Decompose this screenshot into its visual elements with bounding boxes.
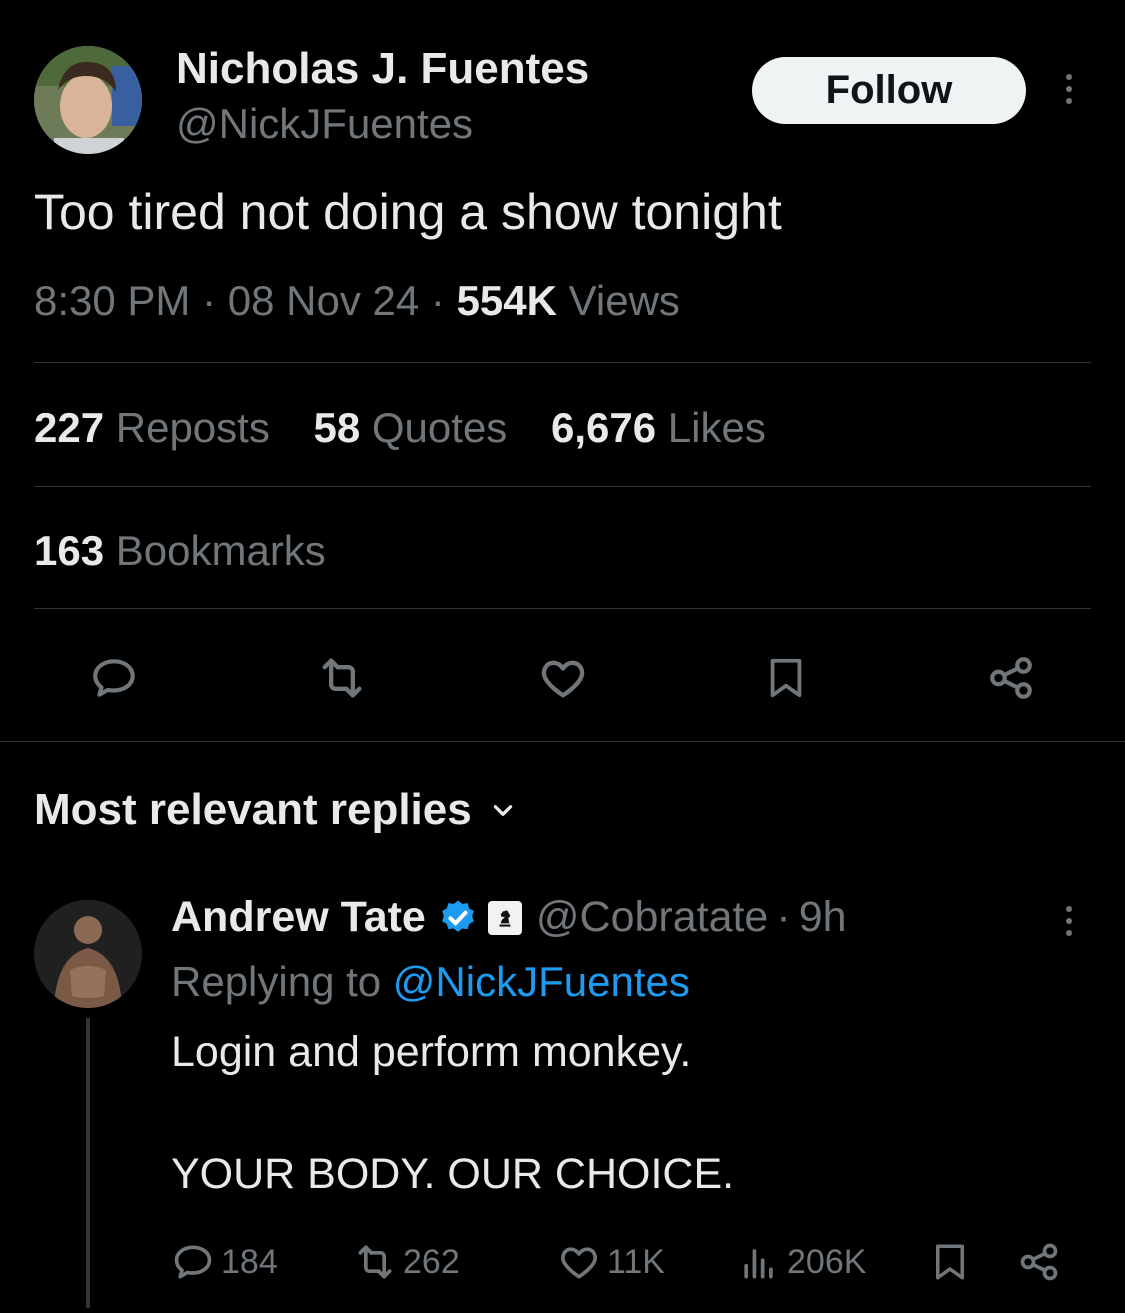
thread-line — [86, 1018, 90, 1308]
reply-separator: · — [776, 893, 791, 941]
repost-icon[interactable] — [314, 650, 370, 706]
reposts-count: 227 — [34, 404, 105, 451]
replying-mention-link[interactable]: @NickJFuentes — [393, 958, 690, 1005]
more-options-icon[interactable] — [1062, 74, 1076, 104]
replies-sort-label: Most relevant replies — [34, 785, 472, 834]
reply-text-line2: YOUR BODY. OUR CHOICE. — [171, 1150, 735, 1198]
follow-button[interactable]: Follow — [752, 57, 1026, 124]
share-icon[interactable] — [983, 650, 1039, 706]
reply-views-count: 206K — [787, 1242, 867, 1281]
reply-time[interactable]: 9h — [799, 893, 847, 942]
author-handle[interactable]: @NickJFuentes — [176, 100, 473, 148]
section-divider — [0, 741, 1125, 742]
divider — [34, 608, 1091, 609]
reply-author-avatar-image — [34, 900, 142, 1008]
reply-bookmark-button[interactable] — [929, 1238, 971, 1286]
bookmark-icon — [936, 1244, 964, 1280]
author-name[interactable]: Nicholas J. Fuentes — [176, 44, 589, 94]
reply-author-handle[interactable]: @Cobratate — [536, 893, 769, 942]
reply-views-button[interactable]: 206K — [737, 1238, 866, 1286]
tweet-date[interactable]: 08 Nov 24 — [228, 277, 419, 324]
author-avatar-image — [34, 46, 142, 154]
reply-reposts-count: 262 — [403, 1242, 460, 1281]
bookmark-icon[interactable] — [758, 650, 814, 706]
tweet-time[interactable]: 8:30 PM — [34, 277, 190, 324]
replying-prefix: Replying to — [171, 958, 382, 1005]
reposts-stat[interactable]: 227 Reposts — [34, 404, 270, 452]
likes-count: 6,676 — [550, 404, 657, 451]
views-label: Views — [568, 277, 680, 324]
replies-sort-dropdown[interactable]: Most relevant replies — [34, 785, 516, 835]
share-icon — [1020, 1243, 1058, 1281]
reply-likes-count: 11K — [607, 1242, 665, 1281]
reply-replies-count: 184 — [221, 1242, 278, 1281]
quotes-stat[interactable]: 58 Quotes — [314, 404, 508, 452]
reply-repost-button[interactable]: 262 — [353, 1238, 460, 1286]
views-count: 554K — [456, 277, 557, 324]
reply-header: Andrew Tate @Cobratate · 9h — [171, 893, 847, 942]
reply-author-avatar[interactable] — [34, 900, 142, 1008]
reply-like-button[interactable]: 11K — [557, 1238, 665, 1286]
reply-icon[interactable] — [86, 650, 142, 706]
like-icon[interactable] — [535, 650, 591, 706]
engagement-stats: 227 Reposts 58 Quotes 6,676 Likes — [34, 404, 798, 452]
reply-reply-button[interactable]: 184 — [171, 1238, 278, 1286]
quotes-count: 58 — [313, 404, 361, 451]
reply-author-name[interactable]: Andrew Tate — [171, 893, 426, 942]
chevron-down-icon — [493, 805, 512, 816]
tweet-text: Too tired not doing a show tonight — [34, 184, 782, 240]
repost-icon — [358, 1245, 392, 1279]
bookmarks-count: 163 — [34, 527, 105, 574]
reply-action-bar: 184 262 11K 206K — [171, 1238, 1125, 1286]
bookmarks-stat[interactable]: 163 Bookmarks — [34, 527, 326, 575]
bookmarks-label: Bookmarks — [115, 527, 326, 574]
divider — [34, 486, 1091, 487]
divider — [34, 362, 1091, 363]
author-avatar[interactable] — [34, 46, 142, 154]
meta-separator: · — [430, 277, 445, 324]
replying-to: Replying to @NickJFuentes — [171, 958, 690, 1006]
like-icon — [561, 1247, 597, 1279]
reply-icon — [174, 1245, 212, 1279]
likes-stat[interactable]: 6,676 Likes — [551, 404, 766, 452]
reply-share-button[interactable] — [1017, 1238, 1061, 1286]
reply-text-line1: Login and perform monkey. — [171, 1028, 692, 1076]
meta-separator: · — [202, 277, 217, 324]
affiliate-badge-icon — [487, 900, 522, 935]
views-icon — [744, 1249, 773, 1279]
reply-more-options-icon[interactable] — [1062, 906, 1076, 936]
quotes-label: Quotes — [371, 404, 508, 451]
likes-label: Likes — [667, 404, 766, 451]
reposts-label: Reposts — [115, 404, 270, 451]
verified-badge-icon — [442, 900, 474, 932]
tweet-meta: 8:30 PM · 08 Nov 24 · 554K Views — [34, 277, 680, 325]
